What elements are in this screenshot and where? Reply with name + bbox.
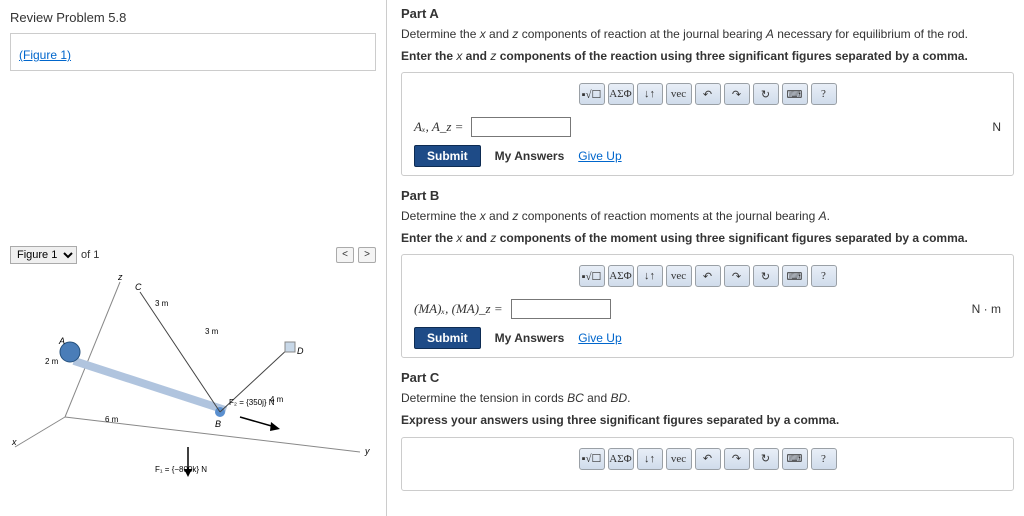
undo-button[interactable]: ↶	[695, 83, 721, 105]
keyboard-button[interactable]: ⌨	[782, 265, 808, 287]
axis-x: x	[11, 437, 17, 447]
part-b-var: (MA)ₓ, (MA)_z =	[414, 301, 503, 317]
figure-link[interactable]: (Figure 1)	[19, 48, 71, 62]
submit-button-b[interactable]: Submit	[414, 327, 481, 349]
part-c-answer-block: ▪√☐ ΑΣΦ ↓↑ vec ↶ ↷ ↻ ⌨ ?	[401, 437, 1014, 491]
part-c-prompt: Determine the tension in cords BC and BD…	[401, 391, 1014, 407]
part-a-unit: N	[992, 120, 1001, 134]
arrows-button[interactable]: ↓↑	[637, 83, 663, 105]
part-b-input-row: (MA)ₓ, (MA)_z = N · m	[414, 299, 1001, 319]
vec-button[interactable]: vec	[666, 83, 692, 105]
axis-y: y	[364, 446, 370, 456]
greek-button[interactable]: ΑΣΦ	[608, 83, 634, 105]
help-button[interactable]: ?	[811, 265, 837, 287]
force-f1: F₁ = {−800k} N	[155, 465, 207, 474]
keyboard-button[interactable]: ⌨	[782, 448, 808, 470]
reset-button[interactable]: ↻	[753, 265, 779, 287]
keyboard-button[interactable]: ⌨	[782, 83, 808, 105]
part-b-hint: Enter the x and z components of the mome…	[401, 231, 1014, 247]
part-a-input[interactable]	[471, 117, 571, 137]
figure-select[interactable]: Figure 1	[10, 246, 77, 264]
prev-figure-button[interactable]: <	[336, 247, 354, 263]
templates-button[interactable]: ▪√☐	[579, 448, 605, 470]
label-a: A	[58, 336, 65, 346]
figure-diagram: C A B D x y z 2 m 3 m 3 m 4 m 6 m F₁ = {…	[10, 272, 376, 482]
dim-2m: 2 m	[45, 357, 59, 366]
part-c-header: Part C	[401, 370, 1014, 385]
dim-3m-b: 3 m	[205, 327, 219, 336]
my-answers-a[interactable]: My Answers	[495, 149, 565, 163]
reset-button[interactable]: ↻	[753, 448, 779, 470]
undo-button[interactable]: ↶	[695, 265, 721, 287]
greek-button[interactable]: ΑΣΦ	[608, 448, 634, 470]
part-a-input-row: Aₓ, A_z = N	[414, 117, 1001, 137]
part-a-header: Part A	[401, 6, 1014, 21]
give-up-a[interactable]: Give Up	[578, 149, 621, 163]
help-button[interactable]: ?	[811, 448, 837, 470]
part-a-hint: Enter the x and z components of the reac…	[401, 49, 1014, 65]
submit-button-a[interactable]: Submit	[414, 145, 481, 167]
part-a-var: Aₓ, A_z =	[414, 119, 463, 135]
templates-button[interactable]: ▪√☐	[579, 83, 605, 105]
figure-nav: Figure 1 of 1 < >	[10, 246, 376, 264]
part-b-answer-block: ▪√☐ ΑΣΦ ↓↑ vec ↶ ↷ ↻ ⌨ ? (MA)ₓ, (MA)_z =…	[401, 254, 1014, 358]
label-d: D	[297, 346, 304, 356]
vec-button[interactable]: vec	[666, 448, 692, 470]
part-b-unit: N · m	[972, 302, 1001, 316]
undo-button[interactable]: ↶	[695, 448, 721, 470]
vec-button[interactable]: vec	[666, 265, 692, 287]
part-b-prompt: Determine the x and z components of reac…	[401, 209, 1014, 225]
greek-button[interactable]: ΑΣΦ	[608, 265, 634, 287]
figure-page-count: of 1	[81, 249, 99, 261]
figure-panel: (Figure 1)	[10, 33, 376, 71]
part-a-answer-block: ▪√☐ ΑΣΦ ↓↑ vec ↶ ↷ ↻ ⌨ ? Aₓ, A_z = N Sub…	[401, 72, 1014, 176]
redo-button[interactable]: ↷	[724, 83, 750, 105]
my-answers-b[interactable]: My Answers	[495, 331, 565, 345]
redo-button[interactable]: ↷	[724, 265, 750, 287]
reset-button[interactable]: ↻	[753, 83, 779, 105]
part-a-prompt: Determine the x and z components of reac…	[401, 27, 1014, 43]
label-c: C	[135, 282, 142, 292]
next-figure-button[interactable]: >	[358, 247, 376, 263]
toolbar-c: ▪√☐ ΑΣΦ ↓↑ vec ↶ ↷ ↻ ⌨ ?	[414, 448, 1001, 470]
redo-button[interactable]: ↷	[724, 448, 750, 470]
axis-z: z	[117, 272, 123, 282]
arrows-button[interactable]: ↓↑	[637, 448, 663, 470]
help-button[interactable]: ?	[811, 83, 837, 105]
templates-button[interactable]: ▪√☐	[579, 265, 605, 287]
toolbar-b: ▪√☐ ΑΣΦ ↓↑ vec ↶ ↷ ↻ ⌨ ?	[414, 265, 1001, 287]
label-b: B	[215, 419, 221, 429]
problem-title: Review Problem 5.8	[10, 10, 376, 25]
force-f2: F₂ = {350j} N	[229, 398, 275, 407]
part-b-header: Part B	[401, 188, 1014, 203]
part-c-hint: Express your answers using three signifi…	[401, 413, 1014, 429]
toolbar-a: ▪√☐ ΑΣΦ ↓↑ vec ↶ ↷ ↻ ⌨ ?	[414, 83, 1001, 105]
dim-6m: 6 m	[105, 415, 119, 424]
part-b-input[interactable]	[511, 299, 611, 319]
give-up-b[interactable]: Give Up	[578, 331, 621, 345]
dim-3m-a: 3 m	[155, 299, 169, 308]
arrows-button[interactable]: ↓↑	[637, 265, 663, 287]
